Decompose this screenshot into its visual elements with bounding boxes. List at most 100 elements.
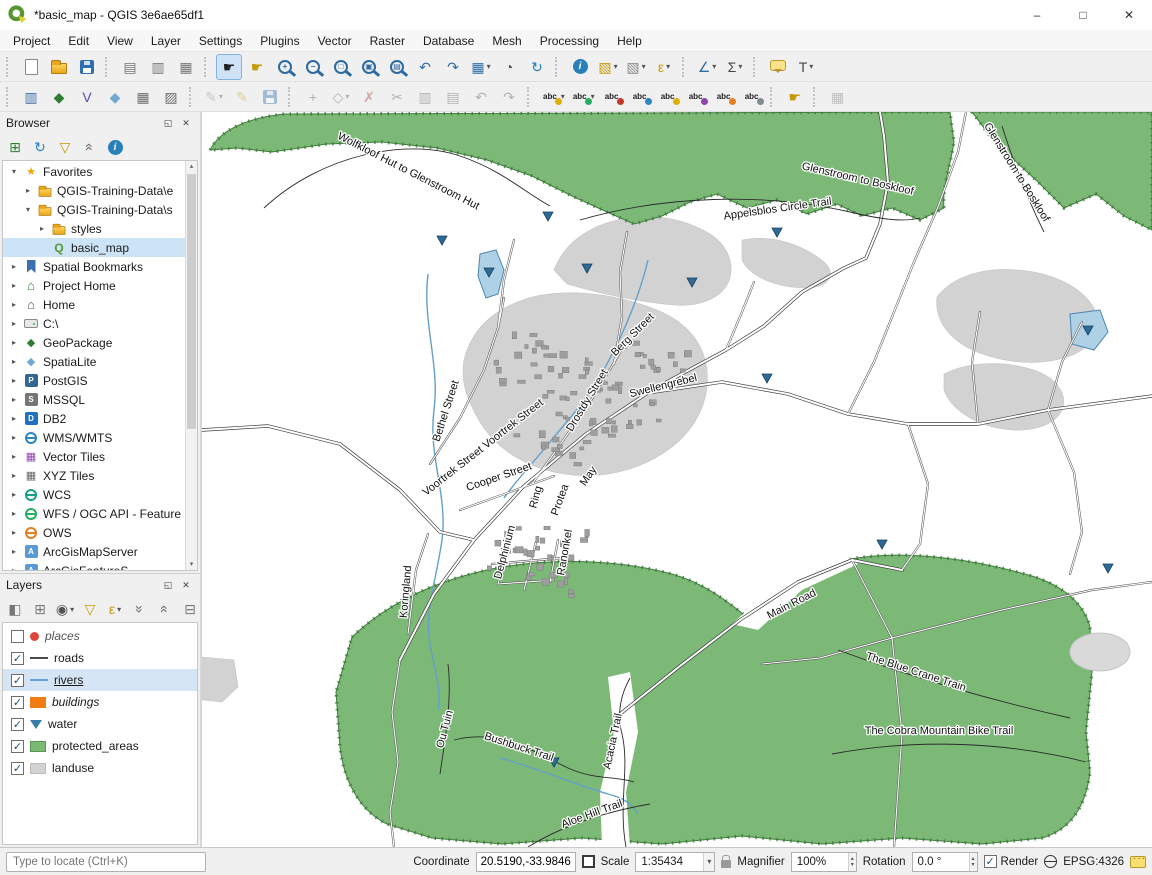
expander-icon[interactable]: ▸ <box>9 319 19 328</box>
save-layer-edits-button[interactable] <box>257 84 283 110</box>
dropdown-arrow-icon[interactable]: ▾ <box>219 92 223 101</box>
browser-item-geopackage[interactable]: ▸◆GeoPackage <box>3 333 197 352</box>
expander-icon[interactable]: ▸ <box>37 224 47 233</box>
new-map-view-button[interactable]: ▦▾ <box>468 54 494 80</box>
layer-row-water[interactable]: ✓water <box>3 713 197 735</box>
refresh-browser-button[interactable]: ↻ <box>29 136 51 158</box>
map-tips-button[interactable] <box>765 54 791 80</box>
menu-view[interactable]: View <box>98 32 142 50</box>
expand-all-button[interactable]: » <box>129 598 151 620</box>
expander-icon[interactable]: ▸ <box>9 547 19 556</box>
map-canvas[interactable]: Wolfkloof Hut to Glenstroom HutGlenstroo… <box>202 112 1152 847</box>
crs-status[interactable]: EPSG:4326 <box>1063 856 1124 868</box>
minimize-button[interactable]: – <box>1014 0 1060 30</box>
toggle-editing-button[interactable]: ✎ <box>229 84 255 110</box>
zoom-full-button[interactable]: □ <box>328 54 354 80</box>
scale-combobox[interactable]: 1:35434 ▾ <box>635 852 715 872</box>
expander-icon[interactable]: ▸ <box>9 262 19 271</box>
new-temporary-scratch-layer-button[interactable]: ▨ <box>158 84 184 110</box>
dropdown-arrow-icon[interactable]: ▾ <box>712 62 716 71</box>
add-selected-layers-button[interactable]: ⊞ <box>4 136 26 158</box>
measure-button[interactable]: ∠▾ <box>694 54 720 80</box>
collapse-all-layers-button[interactable]: « <box>154 598 176 620</box>
browser-item-home[interactable]: ▸⌂Home <box>3 295 197 314</box>
new-print-layout-button[interactable]: ▤ <box>117 54 143 80</box>
new-project-button[interactable] <box>18 54 44 80</box>
layers-float-panel-button[interactable]: ◱ <box>160 577 176 593</box>
zoom-last-button[interactable]: ↶ <box>412 54 438 80</box>
menu-project[interactable]: Project <box>4 32 59 50</box>
locate-input[interactable] <box>6 852 206 872</box>
browser-item-wfs-ogc-api-feature[interactable]: ▸WFS / OGC API - Feature <box>3 504 197 523</box>
maximize-button[interactable]: □ <box>1060 0 1106 30</box>
expander-icon[interactable]: ▸ <box>9 376 19 385</box>
expander-icon[interactable]: ▸ <box>9 357 19 366</box>
properties-widget-button[interactable]: i <box>104 136 126 158</box>
expander-icon[interactable]: ▸ <box>9 490 19 499</box>
rotation-spinbox[interactable]: 0.0 ° ▴▾ <box>912 852 978 872</box>
menu-settings[interactable]: Settings <box>190 32 251 50</box>
menu-edit[interactable]: Edit <box>59 32 98 50</box>
browser-item-c[interactable]: ▸C:\ <box>3 314 197 333</box>
delete-selected-button[interactable]: ✗ <box>356 84 382 110</box>
browser-item-project-home[interactable]: ▸⌂Project Home <box>3 276 197 295</box>
zoom-to-selection-button[interactable]: ▣ <box>356 54 382 80</box>
menu-help[interactable]: Help <box>608 32 651 50</box>
browser-close-panel-button[interactable]: ✕ <box>178 115 194 131</box>
new-shapefile-layer-button[interactable]: V <box>74 84 100 110</box>
diagram-options-button[interactable]: ▦ <box>825 84 851 110</box>
browser-item-styles[interactable]: ▸styles <box>3 219 197 238</box>
expander-icon[interactable]: ▸ <box>9 338 19 347</box>
add-feature-button[interactable]: + <box>300 84 326 110</box>
scrollbar-thumb[interactable] <box>187 174 196 429</box>
layer-checkbox[interactable]: ✓ <box>11 696 24 709</box>
browser-item-mssql[interactable]: ▸SMSSQL <box>3 390 197 409</box>
labeling-options-button[interactable]: abc <box>599 84 625 110</box>
menu-database[interactable]: Database <box>414 32 483 50</box>
text-annotation-button[interactable]: T▾ <box>793 54 819 80</box>
scroll-up-icon[interactable]: ▴ <box>190 163 194 170</box>
layer-row-rivers[interactable]: ✓rivers <box>3 669 197 691</box>
paste-features-button[interactable]: ▤ <box>440 84 466 110</box>
expander-icon[interactable]: ▸ <box>9 414 19 423</box>
layer-checkbox[interactable]: ✓ <box>11 674 24 687</box>
dropdown-arrow-icon[interactable]: ▾ <box>70 605 74 614</box>
statistical-summary-button[interactable]: Σ▾ <box>722 54 748 80</box>
browser-item-arcgismapserver[interactable]: ▸AArcGisMapServer <box>3 542 197 561</box>
layer-row-protected-areas[interactable]: ✓protected_areas <box>3 735 197 757</box>
browser-item-vector-tiles[interactable]: ▸▦Vector Tiles <box>3 447 197 466</box>
cut-features-button[interactable]: ✂ <box>384 84 410 110</box>
pan-annotation-button[interactable]: ☛ <box>782 84 808 110</box>
expander-icon[interactable]: ▸ <box>9 566 19 571</box>
new-report-button[interactable]: ▥ <box>145 54 171 80</box>
browser-item-db2[interactable]: ▸DDB2 <box>3 409 197 428</box>
expander-icon[interactable]: ▸ <box>9 395 19 404</box>
browser-float-panel-button[interactable]: ◱ <box>160 115 176 131</box>
expander-icon[interactable]: ▾ <box>23 205 33 214</box>
copy-features-button[interactable]: ▥ <box>412 84 438 110</box>
pin-labels-button[interactable]: abc <box>627 84 653 110</box>
pan-map-button[interactable]: ☛ <box>216 54 242 80</box>
dropdown-arrow-icon[interactable]: ▾ <box>345 92 349 101</box>
layer-checkbox[interactable]: ✓ <box>11 762 24 775</box>
browser-item-spatialite[interactable]: ▸◆SpatiaLite <box>3 352 197 371</box>
close-button[interactable]: ✕ <box>1106 0 1152 30</box>
browser-item-wms-wmts[interactable]: ▸WMS/WMTS <box>3 428 197 447</box>
browser-scrollbar[interactable]: ▴ ▾ <box>185 161 197 570</box>
refresh-map-button[interactable]: ↻ <box>524 54 550 80</box>
layer-checkbox[interactable]: ✓ <box>11 718 24 731</box>
browser-item-arcgisfeatures[interactable]: ▸AArcGisFeatureS <box>3 561 197 571</box>
menu-layer[interactable]: Layer <box>142 32 190 50</box>
menu-processing[interactable]: Processing <box>531 32 608 50</box>
layer-checkbox[interactable]: ✓ <box>11 652 24 665</box>
browser-item-basic-map[interactable]: Qbasic_map <box>3 238 197 257</box>
open-project-button[interactable] <box>46 54 72 80</box>
menu-plugins[interactable]: Plugins <box>251 32 308 50</box>
extent-icon[interactable] <box>582 855 595 868</box>
menu-raster[interactable]: Raster <box>361 32 414 50</box>
expander-icon[interactable]: ▸ <box>9 509 19 518</box>
expander-icon[interactable]: ▸ <box>9 281 19 290</box>
layers-close-panel-button[interactable]: ✕ <box>178 577 194 593</box>
zoom-to-layer-button[interactable]: ▤ <box>384 54 410 80</box>
temporal-controller-button[interactable]: ◔ <box>496 54 522 80</box>
